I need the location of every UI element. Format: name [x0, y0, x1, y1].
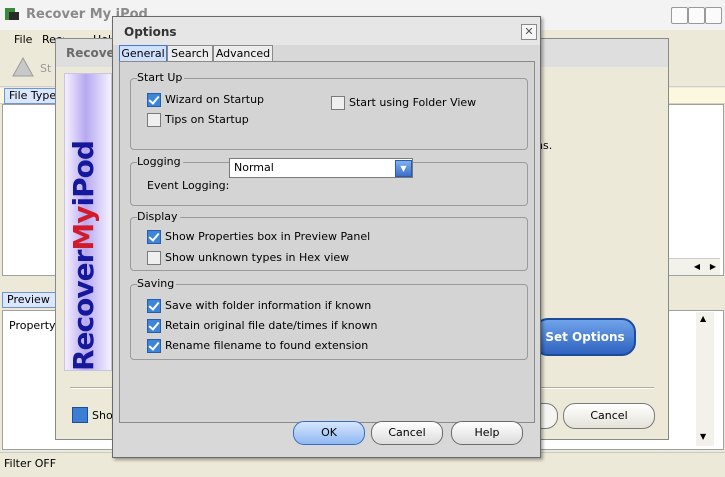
startup-group-title: Start Up: [137, 71, 185, 84]
property-column-header: Property: [9, 319, 56, 332]
start-label: Start: [40, 62, 52, 75]
wizard-on-startup-label: Wizard on Startup: [165, 93, 265, 106]
display-group-title: Display: [137, 210, 180, 223]
chevron-down-icon[interactable]: ▼: [395, 160, 412, 177]
save-folder-info-label: Save with folder information if known: [165, 299, 372, 312]
tips-on-startup-checkbox[interactable]: [147, 113, 161, 127]
set-options-button[interactable]: Set Options: [534, 318, 636, 356]
options-title: Options: [124, 25, 177, 39]
scroll-down-icon[interactable]: ▼: [700, 432, 706, 441]
preview-vertical-scrollbar[interactable]: ▲ ▼: [696, 312, 714, 446]
save-folder-info-checkbox[interactable]: [147, 299, 161, 313]
show-properties-checkbox[interactable]: [147, 230, 161, 244]
options-dialog: Options ✕ General Search Advanced Start …: [112, 16, 541, 458]
app-icon: [5, 8, 19, 20]
recover-my-ipod-banner: RecoverMyiPod: [64, 73, 112, 371]
retain-dates-checkbox[interactable]: [147, 319, 161, 333]
help-button[interactable]: Help: [451, 421, 523, 445]
maximize-button[interactable]: [688, 7, 705, 24]
wizard-on-startup-checkbox[interactable]: [147, 93, 161, 107]
ok-button[interactable]: OK: [293, 421, 365, 445]
cancel-button[interactable]: Cancel: [371, 421, 443, 445]
scroll-right-icon[interactable]: ▶: [706, 261, 720, 273]
show-unknown-hex-checkbox[interactable]: [147, 251, 161, 265]
tab-preview[interactable]: Preview: [2, 292, 56, 308]
close-button[interactable]: [705, 7, 722, 24]
banner-logo: RecoverMyiPod: [67, 141, 100, 371]
rename-extension-checkbox[interactable]: [147, 339, 161, 353]
show-unknown-hex-label: Show unknown types in Hex view: [165, 251, 350, 264]
event-logging-value: Normal: [234, 161, 274, 174]
event-logging-label: Event Logging:: [147, 179, 230, 192]
display-group: Display Show Properties box in Preview P…: [130, 210, 528, 271]
scroll-left-icon[interactable]: ◀: [690, 261, 704, 273]
start-using-folder-view-checkbox[interactable]: [331, 96, 345, 110]
start-using-folder-view-label: Start using Folder View: [349, 96, 477, 109]
scroll-up-icon[interactable]: ▲: [700, 314, 706, 323]
logging-group-title: Logging: [137, 155, 183, 168]
show-properties-label: Show Properties box in Preview Panel: [165, 230, 371, 243]
startup-group: Start Up Wizard on Startup Tips on Start…: [130, 71, 528, 150]
saving-group-title: Saving: [137, 277, 177, 290]
tab-advanced[interactable]: Advanced: [213, 45, 273, 61]
wizard-cancel-button[interactable]: Cancel: [563, 403, 655, 429]
menu-file[interactable]: File: [14, 33, 32, 46]
retain-dates-label: Retain original file date/times if known: [165, 319, 378, 332]
event-logging-select[interactable]: Normal ▼: [229, 158, 413, 178]
show-wizard-checkbox[interactable]: [72, 407, 88, 423]
tab-general[interactable]: General: [119, 45, 167, 62]
rename-extension-label: Rename filename to found extension: [165, 339, 369, 352]
options-title-bar: Options ✕: [113, 17, 540, 45]
general-tab-panel: Start Up Wizard on Startup Tips on Start…: [119, 61, 535, 423]
saving-group: Saving Save with folder information if k…: [130, 277, 528, 360]
tab-search[interactable]: Search: [167, 45, 213, 61]
minimize-button[interactable]: [671, 7, 688, 24]
tab-file-type[interactable]: File Type: [4, 88, 60, 104]
close-icon[interactable]: ✕: [521, 24, 537, 40]
tips-on-startup-label: Tips on Startup: [165, 113, 249, 126]
start-icon[interactable]: [10, 54, 36, 80]
filter-status: Filter OFF: [4, 457, 57, 470]
